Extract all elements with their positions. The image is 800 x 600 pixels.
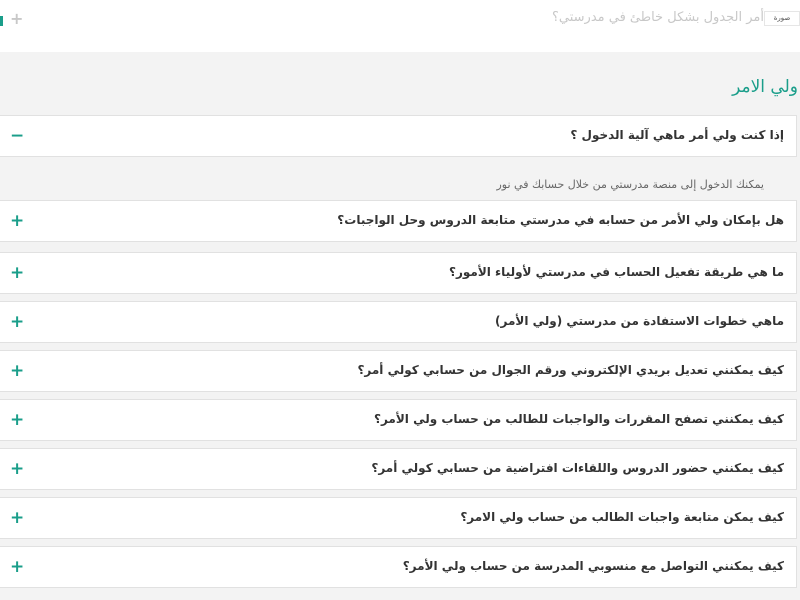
section-title: ولي الامر (732, 77, 798, 97)
faq-item[interactable]: كيف يمكنني تصفح المقررات والواجبات للطال… (0, 399, 797, 441)
expand-icon[interactable]: + (10, 505, 24, 531)
expand-icon[interactable]: + (10, 309, 24, 335)
faq-question[interactable]: كيف يمكن متابعة واجبات الطالب من حساب ول… (460, 510, 784, 524)
faq-item[interactable]: إذا كنت ولي أمر ماهي آلية الدخول ؟ − (0, 115, 797, 157)
accent-mark (0, 16, 3, 26)
faq-question[interactable]: كيف يمكنني حضور الدروس واللقاءات افتراضي… (371, 461, 784, 475)
faq-question[interactable]: كيف يمكنني تصفح المقررات والواجبات للطال… (374, 412, 784, 426)
top-bar: + أمر الجدول بشكل خاطئ في مدرستي؟ صورة ب… (0, 0, 800, 52)
faq-item[interactable]: كيف يمكن متابعة واجبات الطالب من حساب ول… (0, 497, 797, 539)
collapse-icon[interactable]: − (10, 123, 24, 149)
faq-item[interactable]: كيف يمكنني تعديل بريدي الإلكتروني ورقم ا… (0, 350, 797, 392)
faq-question-previous[interactable]: أمر الجدول بشكل خاطئ في مدرستي؟ (552, 10, 764, 25)
faq-answer: يمكنك الدخول إلى منصة مدرستي من خلال حسا… (496, 178, 764, 191)
faq-item[interactable]: كيف يمكنني حضور الدروس واللقاءات افتراضي… (0, 448, 797, 490)
expand-icon[interactable]: + (10, 208, 24, 234)
faq-question[interactable]: كيف يمكنني تعديل بريدي الإلكتروني ورقم ا… (357, 363, 784, 377)
expand-icon[interactable]: + (10, 260, 24, 286)
faq-question[interactable]: ما هي طريقة تفعيل الحساب في مدرستي لأولي… (449, 265, 784, 279)
faq-question[interactable]: هل بإمكان ولي الأمر من حسابه في مدرستي م… (337, 213, 784, 227)
expand-icon[interactable]: + (10, 554, 24, 580)
faq-item[interactable]: ما هي طريقة تفعيل الحساب في مدرستي لأولي… (0, 252, 797, 294)
expand-icon[interactable]: + (10, 358, 24, 384)
faq-item[interactable]: كيف يمكنني التواصل مع منسوبي المدرسة من … (0, 546, 797, 588)
faq-question[interactable]: إذا كنت ولي أمر ماهي آلية الدخول ؟ (570, 128, 784, 142)
expand-icon[interactable]: + (10, 9, 23, 28)
overlay-badge: صورة بحجم (764, 11, 800, 26)
faq-question[interactable]: ماهي خطوات الاستفادة من مدرستي (ولي الأم… (495, 314, 784, 328)
faq-question[interactable]: كيف يمكنني التواصل مع منسوبي المدرسة من … (403, 559, 784, 573)
expand-icon[interactable]: + (10, 456, 24, 482)
faq-item[interactable]: ماهي خطوات الاستفادة من مدرستي (ولي الأم… (0, 301, 797, 343)
faq-item[interactable]: هل بإمكان ولي الأمر من حسابه في مدرستي م… (0, 200, 797, 242)
expand-icon[interactable]: + (10, 407, 24, 433)
